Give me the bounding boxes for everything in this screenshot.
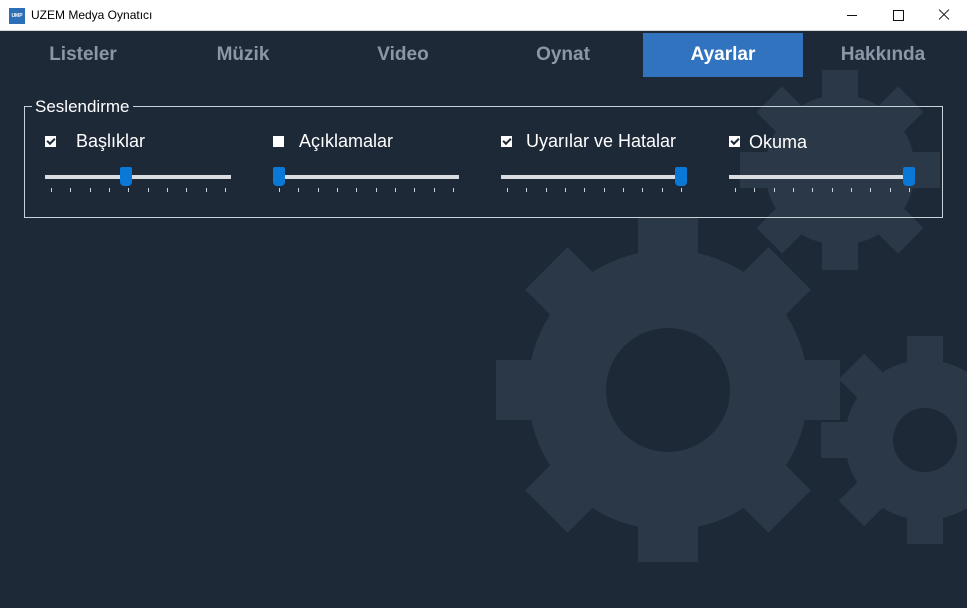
slider-tick — [356, 188, 358, 192]
slider-tick — [754, 188, 756, 192]
slider-tick — [773, 188, 775, 192]
slider-tick — [167, 188, 168, 192]
slider-tick — [735, 188, 736, 192]
slider-tick — [526, 188, 528, 192]
slider-thumb[interactable] — [273, 167, 285, 186]
slider-ticks — [501, 188, 687, 194]
tab-video[interactable]: Video — [323, 33, 483, 77]
app-window: UMP UZEM Medya Oynatıcı Listeler Müzik V… — [0, 0, 967, 608]
slider-ticks — [45, 188, 231, 194]
app-icon: UMP — [9, 8, 25, 24]
checkmark-icon — [730, 135, 740, 146]
item-label: Açıklamalar — [299, 131, 394, 151]
slider-tick — [128, 188, 130, 192]
slider-tick — [51, 188, 52, 192]
checkmark-icon — [46, 135, 56, 146]
tab-muzik[interactable]: Müzik — [163, 33, 323, 77]
slider-tick — [375, 188, 377, 192]
slider-tick — [507, 188, 508, 192]
gear-icon — [496, 218, 840, 562]
slider-tick — [317, 188, 319, 192]
narration-item: Uyarılar ve Hatalar — [501, 130, 691, 200]
slider-tick — [147, 188, 149, 192]
slider-tick — [831, 188, 833, 192]
minimize-button[interactable] — [829, 0, 875, 30]
slider-tick — [623, 188, 624, 192]
slider-tick — [89, 188, 91, 192]
volume-slider[interactable] — [273, 166, 459, 194]
volume-slider[interactable] — [45, 166, 231, 194]
checkbox[interactable] — [729, 135, 740, 147]
slider-thumb[interactable] — [903, 167, 915, 186]
slider-tick — [681, 188, 682, 192]
slider-tick — [870, 188, 872, 192]
tab-ayarlar[interactable]: Ayarlar — [643, 33, 803, 77]
group-title: Seslendirme — [32, 97, 133, 117]
item-label: Okuma — [749, 132, 808, 152]
slider-track — [729, 175, 915, 179]
slider-tick — [545, 188, 547, 192]
slider-tick — [642, 188, 644, 192]
slider-track — [45, 175, 231, 179]
slider-tick — [298, 188, 300, 192]
checkbox[interactable] — [45, 135, 56, 147]
gear-icon — [821, 336, 967, 544]
tab-hakkinda[interactable]: Hakkında — [803, 33, 963, 77]
slider-tick — [584, 188, 586, 192]
slider-tick — [395, 188, 396, 192]
maximize-icon — [892, 9, 904, 21]
tab-bar: Listeler Müzik Video Oynat Ayarlar Hakkı… — [0, 33, 967, 77]
slider-track — [273, 175, 459, 179]
slider-tick — [109, 188, 110, 192]
slider-tick — [565, 188, 566, 192]
maximize-button[interactable] — [875, 0, 921, 30]
slider-thumb[interactable] — [675, 167, 687, 186]
volume-slider[interactable] — [729, 166, 915, 194]
tab-oynat[interactable]: Oynat — [483, 33, 643, 77]
slider-tick — [851, 188, 852, 192]
close-icon — [938, 9, 950, 21]
narration-item: Açıklamalar — [273, 130, 463, 200]
volume-slider[interactable] — [501, 166, 687, 194]
slider-tick — [603, 188, 605, 192]
slider-tick — [433, 188, 435, 192]
checkbox[interactable] — [273, 136, 284, 147]
slider-tick — [812, 188, 814, 192]
window-title: UZEM Medya Oynatıcı — [31, 8, 153, 22]
title-bar: UMP UZEM Medya Oynatıcı — [0, 0, 967, 31]
item-label: Başlıklar — [76, 131, 146, 151]
checkmark-icon — [502, 135, 512, 146]
narration-item: Okuma — [729, 130, 919, 200]
slider-tick — [205, 188, 207, 192]
slider-tick — [225, 188, 226, 192]
slider-track — [501, 175, 687, 179]
item-label: Uyarılar ve Hatalar — [526, 131, 677, 151]
slider-ticks — [273, 188, 459, 194]
slider-tick — [186, 188, 188, 192]
minimize-icon — [847, 14, 857, 16]
slider-tick — [453, 188, 454, 192]
slider-tick — [889, 188, 891, 192]
slider-tick — [909, 188, 910, 192]
narration-item: Başlıklar — [45, 130, 235, 200]
gears-background — [496, 70, 967, 562]
slider-ticks — [729, 188, 915, 194]
slider-tick — [414, 188, 416, 192]
checkbox[interactable] — [501, 135, 512, 147]
slider-tick — [279, 188, 280, 192]
slider-tick — [661, 188, 663, 192]
slider-tick — [337, 188, 338, 192]
slider-tick — [70, 188, 72, 192]
close-button[interactable] — [921, 0, 967, 30]
tab-listeler[interactable]: Listeler — [3, 33, 163, 77]
slider-thumb[interactable] — [119, 167, 132, 186]
slider-tick — [793, 188, 794, 192]
